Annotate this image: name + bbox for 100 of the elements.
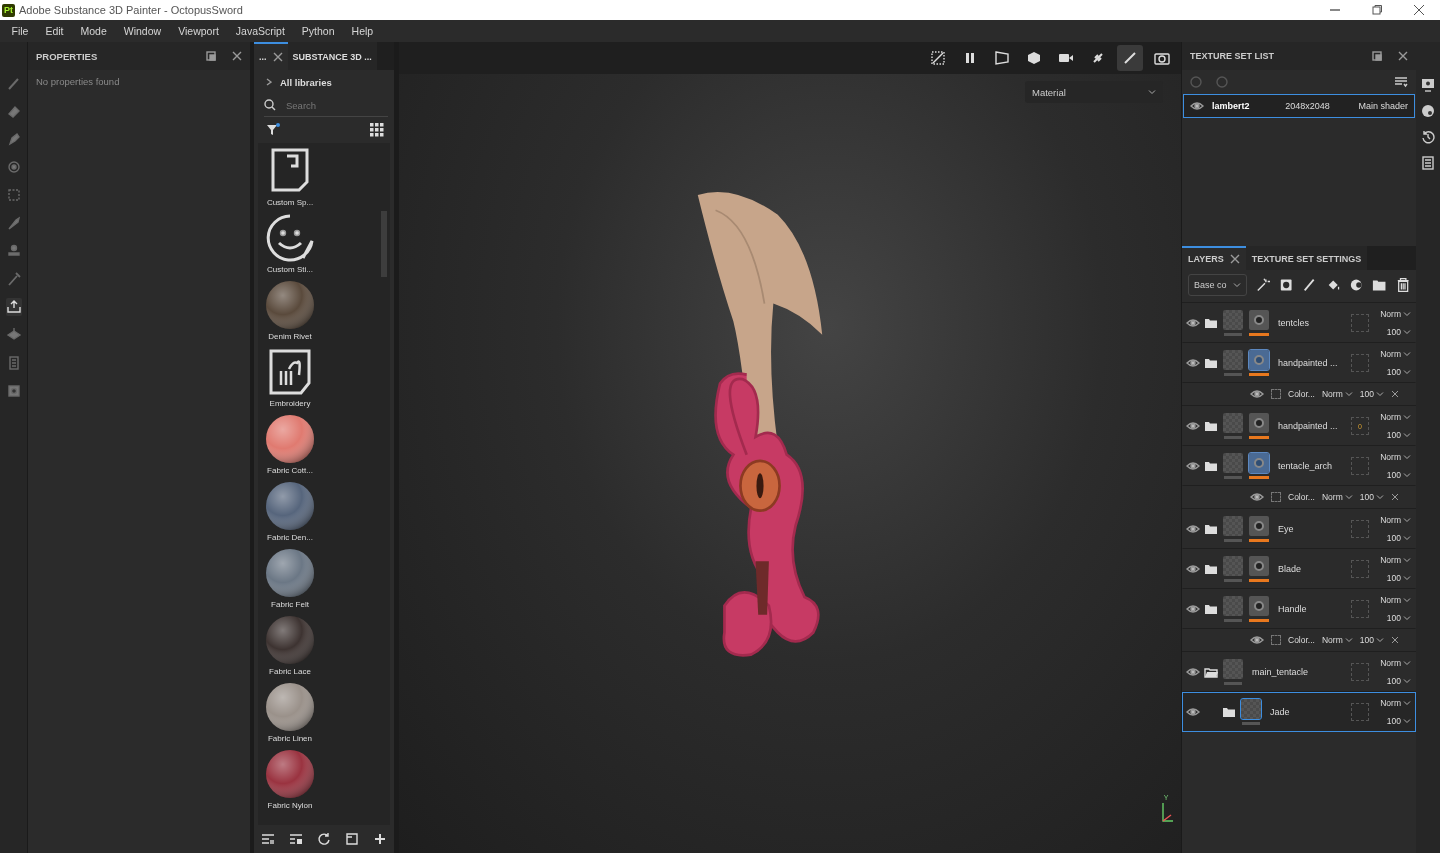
menu-item[interactable]: Viewport — [169, 25, 228, 37]
environment-icon[interactable] — [1421, 104, 1435, 118]
panel-tab[interactable]: ... — [254, 42, 288, 70]
material-sphere[interactable] — [265, 280, 315, 330]
close-icon[interactable] — [1398, 51, 1408, 61]
filter-icon[interactable] — [266, 123, 280, 137]
visibility-icon[interactable] — [1250, 389, 1264, 399]
layer-row[interactable]: Handle Norm 100 — [1182, 589, 1416, 629]
mask-thumbnail[interactable] — [1249, 556, 1269, 576]
blend-mode-dropdown[interactable]: Norm — [1380, 555, 1411, 565]
visibility-icon[interactable] — [1190, 101, 1204, 111]
blend-mode-dropdown[interactable]: Norm — [1380, 515, 1411, 525]
menu-item[interactable]: Mode — [72, 25, 116, 37]
material-sphere[interactable] — [265, 615, 315, 665]
opacity-dropdown[interactable]: 100 — [1386, 470, 1411, 480]
brush-icon[interactable] — [1117, 45, 1143, 71]
mask-icon[interactable] — [1278, 277, 1294, 293]
visibility-icon[interactable] — [1186, 667, 1200, 677]
target-icon[interactable] — [5, 158, 22, 176]
smudge-icon[interactable] — [5, 214, 22, 232]
history-icon[interactable] — [1421, 130, 1435, 144]
texture-set-row[interactable]: lambert2 2048x2048 Main shader — [1183, 94, 1415, 118]
list-options-icon[interactable] — [1394, 76, 1408, 88]
visibility-icon[interactable] — [1186, 358, 1200, 368]
material-sphere[interactable] — [265, 548, 315, 598]
refresh-icon[interactable] — [317, 832, 331, 846]
layer-row[interactable]: Blade Norm 100 — [1182, 549, 1416, 589]
list-settings-icon[interactable] — [261, 832, 275, 846]
visibility-icon[interactable] — [1186, 604, 1200, 614]
opacity-dropdown[interactable]: 100 — [1359, 389, 1384, 399]
channel-dropdown[interactable]: Base co — [1188, 274, 1247, 296]
panel-tab[interactable]: LAYERS — [1182, 246, 1246, 270]
chevron-icon[interactable] — [266, 78, 272, 86]
blend-mode-dropdown[interactable]: Norm — [1321, 492, 1353, 502]
float-icon[interactable] — [206, 51, 216, 61]
display-settings-icon[interactable] — [1421, 78, 1435, 92]
blend-mode-dropdown[interactable]: Norm — [1380, 412, 1411, 422]
remove-icon[interactable] — [1390, 493, 1399, 501]
search-field[interactable]: Search — [284, 98, 368, 112]
blend-mode-dropdown[interactable]: Norm — [1380, 658, 1411, 668]
opacity-dropdown[interactable]: 100 — [1386, 327, 1411, 337]
layer-row[interactable]: Jade Norm 100 — [1182, 692, 1416, 732]
menu-item[interactable]: Window — [115, 25, 170, 37]
opacity-dropdown[interactable]: 100 — [1386, 367, 1411, 377]
visibility-icon[interactable] — [1250, 492, 1264, 502]
blend-mode-dropdown[interactable]: Norm — [1321, 389, 1353, 399]
export-icon[interactable] — [5, 298, 22, 316]
remove-icon[interactable] — [1390, 390, 1399, 398]
menu-item[interactable]: JavaScript — [227, 25, 294, 37]
maximize-icon[interactable] — [1372, 5, 1382, 15]
mask-thumbnail[interactable] — [1249, 453, 1269, 473]
add-icon[interactable] — [373, 832, 387, 846]
mask-thumbnail[interactable] — [1249, 596, 1269, 616]
layer-row[interactable]: handpainted ... Norm 100 — [1182, 343, 1416, 383]
material-sphere[interactable] — [265, 749, 315, 799]
opacity-dropdown[interactable]: 100 — [1386, 573, 1411, 583]
magic-wand-icon[interactable] — [1255, 277, 1270, 293]
opacity-dropdown[interactable]: 100 — [1386, 613, 1411, 623]
blend-mode-dropdown[interactable]: Norm — [1380, 698, 1411, 708]
visibility-icon[interactable] — [1250, 635, 1264, 645]
opacity-dropdown[interactable]: 100 — [1386, 716, 1411, 726]
smart-material-icon[interactable] — [1348, 277, 1364, 293]
picker-icon[interactable] — [5, 270, 22, 288]
visibility-icon[interactable] — [1186, 318, 1200, 328]
layer-row[interactable]: Eye Norm 100 — [1182, 509, 1416, 549]
close-icon[interactable] — [232, 51, 242, 61]
opacity-dropdown[interactable]: 100 — [1359, 492, 1384, 502]
panel-tab[interactable]: SUBSTANCE 3D ... — [287, 42, 377, 70]
panel-tab[interactable]: TEXTURE SET SETTINGS — [1245, 246, 1368, 270]
remove-icon[interactable] — [1390, 636, 1399, 644]
new-page-icon[interactable] — [345, 832, 359, 846]
float-icon[interactable] — [1372, 51, 1382, 61]
blend-mode-dropdown[interactable]: Norm — [1380, 349, 1411, 359]
visibility-icon[interactable] — [1186, 707, 1200, 717]
library-label[interactable]: All libraries — [280, 76, 332, 88]
close-icon[interactable] — [1414, 5, 1424, 15]
opacity-dropdown[interactable]: 100 — [1386, 533, 1411, 543]
visibility-icon[interactable] — [1186, 524, 1200, 534]
layer-row[interactable]: tentcles Norm 100 — [1182, 303, 1416, 343]
mask-thumbnail[interactable] — [1249, 350, 1269, 370]
close-icon[interactable] — [1229, 254, 1240, 264]
list-folder-icon[interactable] — [289, 832, 303, 846]
mask-thumbnail[interactable] — [1249, 310, 1269, 330]
visibility-icon[interactable] — [1186, 564, 1200, 574]
visibility-toggle-icon[interactable] — [1190, 76, 1204, 88]
mask-thumbnail[interactable] — [1249, 413, 1269, 433]
layer-row[interactable]: tentacle_arch Norm 100 — [1182, 446, 1416, 486]
blend-mode-dropdown[interactable]: Norm — [1380, 309, 1411, 319]
close-icon[interactable] — [272, 52, 283, 62]
brush-icon[interactable] — [1302, 277, 1317, 293]
grid-view-icon[interactable] — [370, 123, 384, 137]
opacity-dropdown[interactable]: 100 — [1386, 430, 1411, 440]
opacity-dropdown[interactable]: 100 — [1386, 676, 1411, 686]
blend-mode-dropdown[interactable]: Norm — [1321, 635, 1353, 645]
material-sphere[interactable] — [265, 414, 315, 464]
menu-item[interactable]: Python — [293, 25, 344, 37]
opacity-dropdown[interactable]: 100 — [1359, 635, 1384, 645]
log-icon[interactable] — [1421, 156, 1435, 170]
menu-item[interactable]: Edit — [36, 25, 72, 37]
menu-item[interactable]: File — [3, 25, 37, 37]
